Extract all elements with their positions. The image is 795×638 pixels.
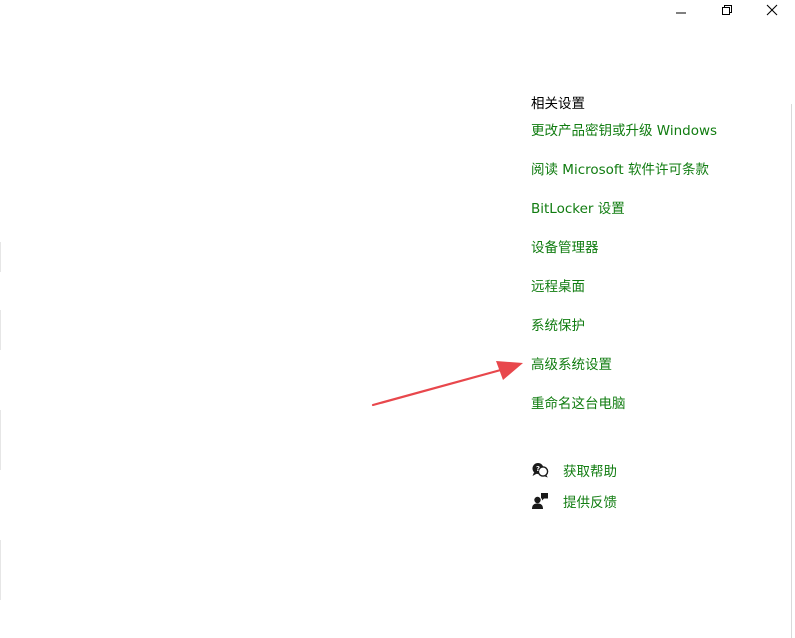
give-feedback-label: 提供反馈 — [563, 495, 617, 511]
system-protection-link[interactable]: 系统保护 — [531, 316, 585, 336]
get-help-row[interactable]: ? 获取帮助 — [531, 459, 617, 481]
minimize-icon — [676, 12, 686, 14]
chat-help-icon: ? — [531, 461, 549, 479]
device-manager-link[interactable]: 设备管理器 — [531, 238, 599, 258]
scrollbar[interactable] — [791, 104, 792, 638]
related-settings-title: 相关设置 — [531, 96, 585, 112]
restore-icon — [722, 5, 732, 15]
left-divider — [0, 540, 1, 600]
annotation-arrow-icon — [371, 361, 523, 407]
close-button[interactable] — [749, 0, 795, 20]
svg-text:?: ? — [536, 465, 540, 473]
advanced-system-settings-link[interactable]: 高级系统设置 — [531, 355, 612, 375]
give-feedback-row[interactable]: 提供反馈 — [531, 490, 617, 512]
left-divider — [0, 410, 1, 470]
read-license-terms-link[interactable]: 阅读 Microsoft 软件许可条款 — [531, 160, 709, 180]
close-icon — [766, 4, 778, 16]
rename-this-pc-link[interactable]: 重命名这台电脑 — [531, 394, 626, 414]
remote-desktop-link[interactable]: 远程桌面 — [531, 277, 585, 297]
left-divider — [0, 310, 1, 350]
settings-window: 相关设置 更改产品密钥或升级 Windows 阅读 Microsoft 软件许可… — [0, 0, 795, 638]
left-divider — [0, 242, 1, 272]
restore-button[interactable] — [704, 0, 750, 20]
feedback-person-icon — [531, 492, 549, 510]
change-product-key-link[interactable]: 更改产品密钥或升级 Windows — [531, 121, 717, 141]
bitlocker-settings-link[interactable]: BitLocker 设置 — [531, 199, 625, 219]
minimize-button[interactable] — [658, 0, 704, 20]
get-help-label: 获取帮助 — [563, 464, 617, 480]
